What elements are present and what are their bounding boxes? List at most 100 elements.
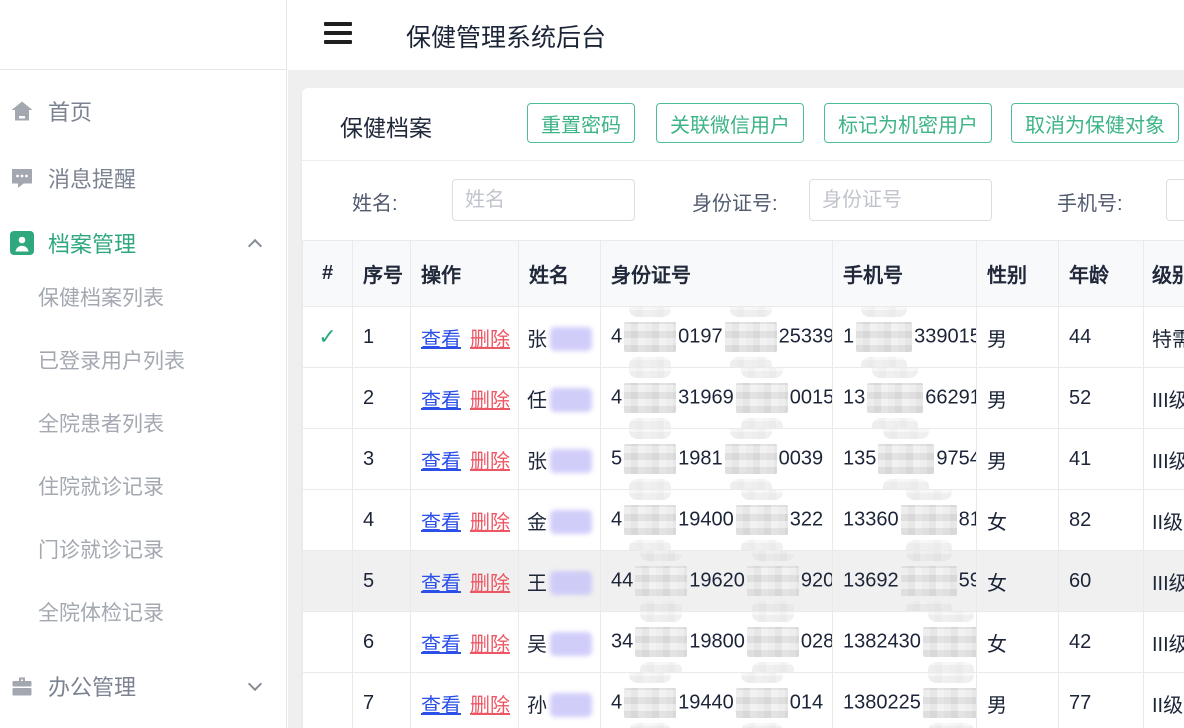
gender-cell: 男 bbox=[977, 368, 1059, 429]
action-button-2[interactable]: 标记为机密用户 bbox=[824, 103, 992, 143]
delete-link[interactable]: 删除 bbox=[470, 573, 510, 595]
select-cell[interactable]: ✓ bbox=[303, 307, 353, 368]
delete-link[interactable]: 删除 bbox=[470, 512, 510, 534]
filter-label-2: 手机号: bbox=[1057, 187, 1123, 216]
sidebar-subitem-0[interactable]: 保健档案列表 bbox=[38, 277, 164, 317]
table-row[interactable]: 2查看删除任43196900151366291男52III级 bbox=[303, 368, 1184, 429]
table-row[interactable]: 5查看删除王44196209201369259女60III级 bbox=[303, 551, 1184, 612]
delete-link[interactable]: 删除 bbox=[470, 390, 510, 412]
level-cell: III级 bbox=[1144, 368, 1184, 429]
filter-input-1[interactable] bbox=[809, 179, 992, 221]
message-icon bbox=[10, 166, 34, 190]
gender-cell: 女 bbox=[977, 490, 1059, 551]
phone-cell: 1359754 bbox=[833, 429, 977, 490]
view-link[interactable]: 查看 bbox=[421, 390, 461, 412]
actions-cell: 查看删除 bbox=[411, 673, 519, 728]
column-header-8: 级别 bbox=[1144, 241, 1184, 307]
records-card: 保健档案 重置密码关联微信用户标记为机密用户取消为保健对象 姓名:身份证号:手机… bbox=[302, 88, 1184, 728]
table-row[interactable]: 3查看删除张5198100391359754男41III级 bbox=[303, 429, 1184, 490]
redacted-data bbox=[725, 322, 777, 352]
chevron-down-icon bbox=[248, 677, 262, 691]
sidebar-subitem-3[interactable]: 住院就诊记录 bbox=[38, 466, 164, 506]
chevron-up-icon bbox=[248, 239, 262, 253]
view-link[interactable]: 查看 bbox=[421, 573, 461, 595]
select-cell[interactable] bbox=[303, 551, 353, 612]
select-cell[interactable] bbox=[303, 368, 353, 429]
age-cell: 77 bbox=[1059, 673, 1144, 728]
index-cell: 1 bbox=[353, 307, 411, 368]
name-cell: 孙 bbox=[519, 673, 601, 728]
column-header-1: 序号 bbox=[353, 241, 411, 307]
id-cell: 419440014 bbox=[601, 673, 833, 728]
select-cell[interactable] bbox=[303, 429, 353, 490]
main-area: 保健管理系统后台 保健档案 重置密码关联微信用户标记为机密用户取消为保健对象 姓… bbox=[288, 0, 1184, 728]
redacted-name bbox=[550, 327, 592, 351]
redacted-data bbox=[747, 627, 799, 657]
sidebar-subitem-1[interactable]: 已登录用户列表 bbox=[38, 340, 185, 380]
select-cell[interactable] bbox=[303, 490, 353, 551]
sidebar-subitem-5[interactable]: 全院体检记录 bbox=[38, 592, 164, 632]
column-header-5: 手机号 bbox=[833, 241, 977, 307]
filter-input-2[interactable] bbox=[1166, 179, 1184, 221]
redacted-data bbox=[624, 383, 676, 413]
delete-link[interactable]: 删除 bbox=[470, 695, 510, 717]
index-cell: 7 bbox=[353, 673, 411, 728]
action-button-3[interactable]: 取消为保健对象 bbox=[1011, 103, 1179, 143]
redacted-data bbox=[635, 627, 687, 657]
select-cell[interactable] bbox=[303, 673, 353, 728]
index-cell: 6 bbox=[353, 612, 411, 673]
select-cell[interactable] bbox=[303, 612, 353, 673]
card-title: 保健档案 bbox=[340, 109, 432, 143]
delete-link[interactable]: 删除 bbox=[470, 634, 510, 656]
table-row[interactable]: ✓1查看删除张40197253391339015男44特需 bbox=[303, 307, 1184, 368]
index-cell: 3 bbox=[353, 429, 411, 490]
redacted-data bbox=[923, 688, 977, 718]
index-cell: 5 bbox=[353, 551, 411, 612]
menu-toggle-icon[interactable] bbox=[324, 22, 352, 48]
view-link[interactable]: 查看 bbox=[421, 634, 461, 656]
redacted-data bbox=[856, 322, 912, 352]
name-cell: 张 bbox=[519, 307, 601, 368]
sidebar-subitem-4[interactable]: 门诊就诊记录 bbox=[38, 529, 164, 569]
table-row[interactable]: 6查看删除吴34198000281382430女42III级 bbox=[303, 612, 1184, 673]
view-link[interactable]: 查看 bbox=[421, 695, 461, 717]
redacted-name bbox=[550, 388, 592, 412]
sidebar-subitem-2[interactable]: 全院患者列表 bbox=[38, 403, 164, 443]
gender-cell: 男 bbox=[977, 307, 1059, 368]
gender-cell: 女 bbox=[977, 551, 1059, 612]
sidebar-item-label: 首页 bbox=[48, 95, 92, 127]
level-cell: II级 bbox=[1144, 673, 1184, 728]
check-icon: ✓ bbox=[318, 324, 336, 349]
id-cell: 419400322 bbox=[601, 490, 833, 551]
action-button-1[interactable]: 关联微信用户 bbox=[656, 103, 804, 143]
id-cell: 4319690015 bbox=[601, 368, 833, 429]
name-cell: 金 bbox=[519, 490, 601, 551]
column-header-0: # bbox=[303, 241, 353, 307]
view-link[interactable]: 查看 bbox=[421, 451, 461, 473]
sidebar: 首页消息提醒档案管理保健档案列表已登录用户列表全院患者列表住院就诊记录门诊就诊记… bbox=[0, 0, 287, 728]
phone-cell: 1366291 bbox=[833, 368, 977, 429]
card-header: 保健档案 重置密码关联微信用户标记为机密用户取消为保健对象 bbox=[302, 88, 1184, 161]
age-cell: 82 bbox=[1059, 490, 1144, 551]
redacted-data bbox=[736, 688, 788, 718]
sidebar-item-3[interactable]: 办公管理 bbox=[0, 664, 286, 708]
view-link[interactable]: 查看 bbox=[421, 329, 461, 351]
level-cell: 特需 bbox=[1144, 307, 1184, 368]
view-link[interactable]: 查看 bbox=[421, 512, 461, 534]
sidebar-item-0[interactable]: 首页 bbox=[0, 89, 286, 133]
sidebar-item-2[interactable]: 档案管理 bbox=[0, 221, 286, 265]
table-row[interactable]: 7查看删除孙4194400141380225男77II级 bbox=[303, 673, 1184, 728]
phone-cell: 1369259 bbox=[833, 551, 977, 612]
sidebar-item-1[interactable]: 消息提醒 bbox=[0, 156, 286, 200]
table-row[interactable]: 4查看删除金4194003221336081女82II级 bbox=[303, 490, 1184, 551]
age-cell: 41 bbox=[1059, 429, 1144, 490]
id-cell: 4019725339 bbox=[601, 307, 833, 368]
sidebar-logo-area bbox=[0, 0, 286, 70]
delete-link[interactable]: 删除 bbox=[470, 329, 510, 351]
gender-cell: 男 bbox=[977, 429, 1059, 490]
filter-input-0[interactable] bbox=[452, 179, 635, 221]
redacted-data bbox=[878, 444, 934, 474]
phone-cell: 1336081 bbox=[833, 490, 977, 551]
action-button-0[interactable]: 重置密码 bbox=[527, 103, 635, 143]
delete-link[interactable]: 删除 bbox=[470, 451, 510, 473]
